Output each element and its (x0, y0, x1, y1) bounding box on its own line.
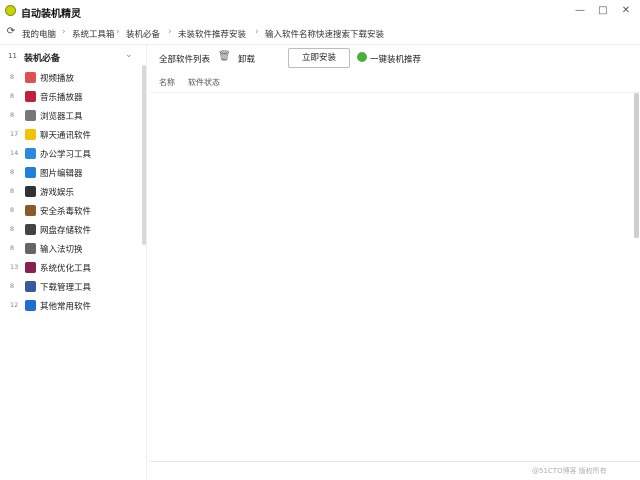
breadcrumb-separator: › (255, 27, 259, 37)
sidebar-item[interactable]: 8 图片编辑器 (0, 164, 142, 182)
sidebar-item-count: 8 (10, 111, 15, 119)
sidebar-scrollbar[interactable] (142, 65, 146, 245)
app-icon (25, 91, 36, 102)
title-bar: 自动装机精灵 — □ ✕ (0, 0, 640, 22)
all-software-tab[interactable]: 全部软件列表 (159, 53, 210, 65)
status-dot-icon (357, 52, 367, 62)
app-icon (25, 205, 36, 216)
sidebar-item-label: 浏览器工具 (40, 112, 83, 122)
chevron-down-icon[interactable]: ⌄ (125, 50, 133, 60)
sidebar-item-label: 网盘存储软件 (40, 226, 92, 236)
app-icon (25, 110, 36, 121)
sidebar-item-count: 13 (10, 263, 19, 271)
breadcrumb-item[interactable]: 装机必备 (126, 28, 160, 40)
refresh-icon[interactable]: ⟳ (5, 26, 17, 38)
sidebar-item-label: 安全杀毒软件 (40, 207, 92, 217)
install-button[interactable]: 立即安装 (288, 48, 350, 68)
app-icon (25, 186, 36, 197)
one-click-install-link[interactable]: 一键装机推荐 (370, 53, 421, 65)
sidebar-item-label: 其他常用软件 (40, 302, 92, 312)
sidebar-item-count: 8 (10, 206, 15, 214)
sidebar-item-count: 8 (10, 187, 15, 195)
app-logo-icon (5, 5, 16, 16)
sidebar-item[interactable]: 8 下载管理工具 (0, 278, 142, 296)
sidebar-item[interactable]: 8 输入法切换 (0, 240, 142, 258)
breadcrumb-separator: › (62, 27, 66, 37)
app-icon (25, 72, 36, 83)
sidebar-item-count: 17 (10, 130, 19, 138)
app-icon (25, 148, 36, 159)
sidebar-item[interactable]: 8 游戏娱乐 (0, 183, 142, 201)
sidebar-item[interactable]: 8 视频播放 (0, 69, 142, 87)
sidebar-item-label: 聊天通讯软件 (40, 131, 92, 141)
sidebar-item[interactable]: 8 音乐播放器 (0, 88, 142, 106)
sidebar-item-count: 8 (10, 225, 15, 233)
sidebar-item-label: 音乐播放器 (40, 93, 83, 103)
trash-icon[interactable]: 🗑 (218, 51, 231, 63)
app-title: 自动装机精灵 (21, 9, 81, 20)
sidebar-item-label: 游戏娱乐 (40, 188, 75, 198)
column-header-status[interactable]: 软件状态 (188, 77, 220, 88)
sidebar-item-count: 12 (10, 301, 19, 309)
breadcrumb-item[interactable]: 输入软件名称快速搜索下载安装 (265, 28, 384, 40)
sidebar-item-count: 8 (10, 92, 15, 100)
toolbar: 全部软件列表 🗑 卸载 立即安装 一键装机推荐 (150, 45, 640, 71)
sidebar-item-label: 系统优化工具 (40, 264, 92, 274)
app-icon (25, 224, 36, 235)
uninstall-label[interactable]: 卸载 (238, 53, 255, 65)
sidebar-item[interactable]: 14 办公学习工具 (0, 145, 142, 163)
maximize-button[interactable]: □ (596, 4, 610, 18)
sidebar-item[interactable]: 12 其他常用软件 (0, 297, 142, 315)
column-header-name[interactable]: 名称 (159, 77, 175, 88)
app-icon (25, 167, 36, 178)
sidebar-item-label: 图片编辑器 (40, 169, 83, 179)
minimize-button[interactable]: — (573, 4, 587, 18)
sidebar-item[interactable]: 13 系统优化工具 (0, 259, 142, 277)
breadcrumb: ⟳ 我的电脑 › 系统工具箱 › 装机必备 › 未装软件推荐安装 › 输入软件名… (0, 22, 640, 45)
sidebar-item[interactable]: 17 聊天通讯软件 (0, 126, 142, 144)
sidebar-header-count: 11 (8, 52, 17, 60)
sidebar-item-label: 视频播放 (40, 74, 75, 84)
sidebar-item-count: 14 (10, 149, 19, 157)
app-icon (25, 281, 36, 292)
sidebar-item-label: 输入法切换 (40, 245, 83, 255)
divider (150, 461, 640, 462)
app-icon (25, 300, 36, 311)
sidebar: 11 装机必备 ⌄ 8 视频播放 8 音乐播放器 8 浏览器工具 17 聊天通讯… (0, 45, 147, 480)
app-icon (25, 262, 36, 273)
breadcrumb-separator: › (116, 27, 120, 37)
sidebar-item-count: 8 (10, 282, 15, 290)
watermark: @51CTO博客 版权所有 (532, 467, 607, 475)
breadcrumb-item[interactable]: 未装软件推荐安装 (178, 28, 246, 40)
list-header: 名称 软件状态 (150, 72, 640, 93)
sidebar-item-count: 8 (10, 168, 15, 176)
breadcrumb-separator: › (168, 27, 172, 37)
breadcrumb-item[interactable]: 我的电脑 (22, 28, 56, 40)
sidebar-header-label: 装机必备 (24, 54, 61, 64)
sidebar-item-count: 8 (10, 244, 15, 252)
sidebar-item[interactable]: 8 网盘存储软件 (0, 221, 142, 239)
close-button[interactable]: ✕ (619, 4, 633, 18)
sidebar-item[interactable]: 8 安全杀毒软件 (0, 202, 142, 220)
sidebar-item-label: 下载管理工具 (40, 283, 92, 293)
sidebar-item-count: 8 (10, 73, 15, 81)
content-area (150, 93, 634, 461)
app-icon (25, 243, 36, 254)
sidebar-item[interactable]: 8 浏览器工具 (0, 107, 142, 125)
sidebar-item-label: 办公学习工具 (40, 150, 92, 160)
breadcrumb-item[interactable]: 系统工具箱 (72, 28, 115, 40)
sidebar-header[interactable]: 11 装机必备 ⌄ (0, 49, 146, 65)
content-scrollbar[interactable] (634, 93, 639, 238)
app-icon (25, 129, 36, 140)
